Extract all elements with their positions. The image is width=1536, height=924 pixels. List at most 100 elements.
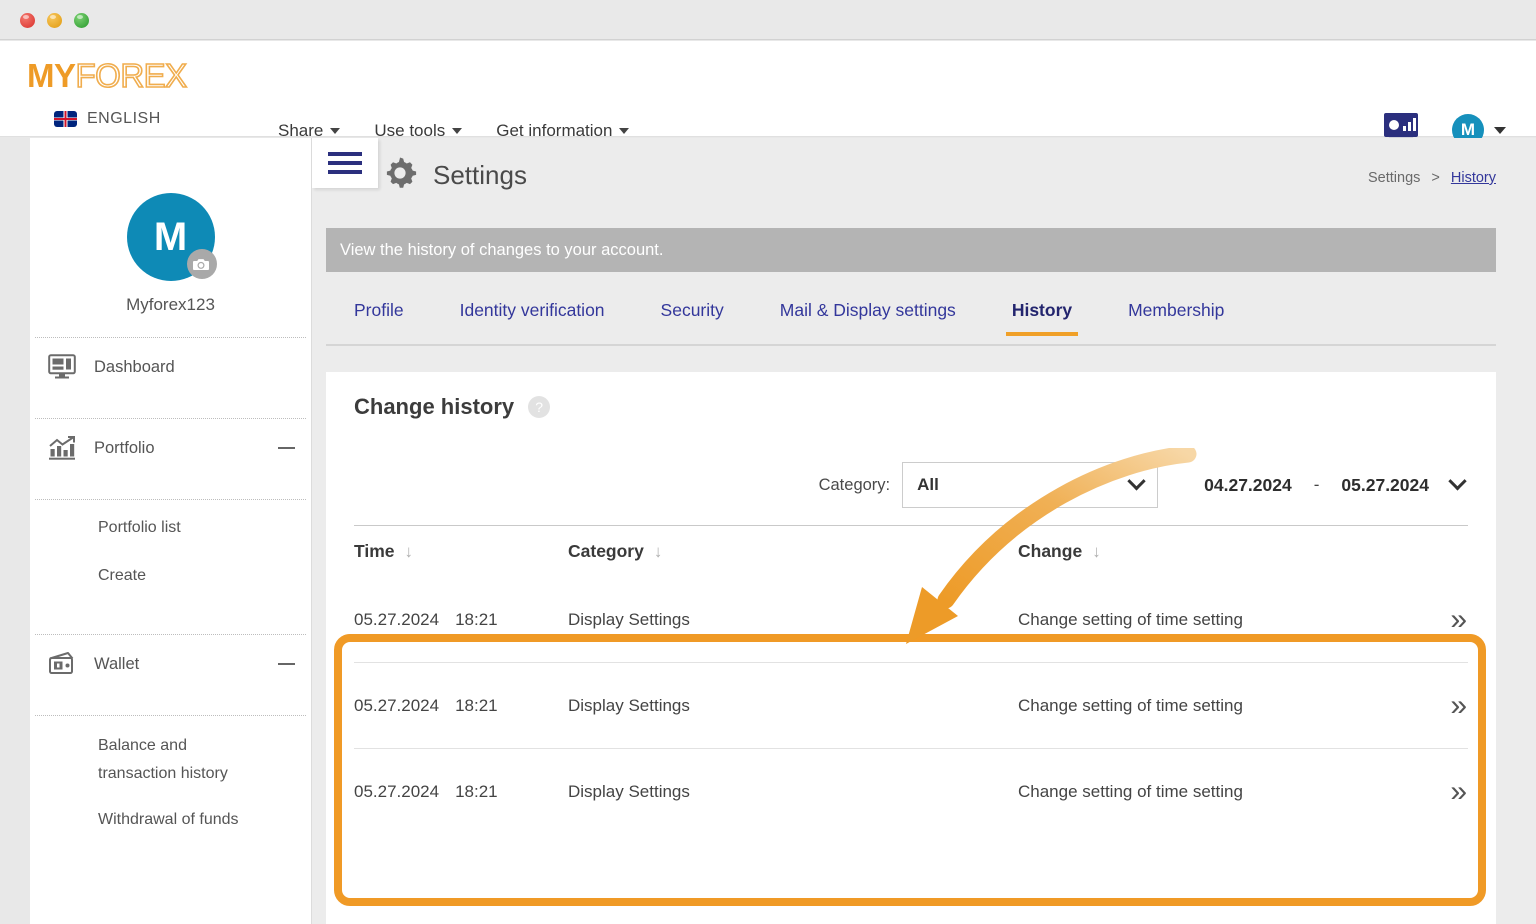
sort-arrow-icon: ↓ xyxy=(653,541,663,561)
sidebar-item-portfolio[interactable]: Portfolio xyxy=(30,419,311,477)
cell-category: Display Settings xyxy=(568,782,690,801)
brand-logo[interactable]: MYFOREX xyxy=(27,57,188,94)
sidebar: M Myforex123 Dashboard Portfolio Portfol… xyxy=(30,138,312,924)
sidebar-toggle-hamburger-button[interactable] xyxy=(312,138,378,188)
tab-security[interactable]: Security xyxy=(633,300,752,334)
language-label: ENGLISH xyxy=(87,110,161,127)
tab-history[interactable]: History xyxy=(984,300,1100,336)
card-title: Change history xyxy=(354,394,515,419)
cell-category: Display Settings xyxy=(568,609,690,629)
uk-flag-icon xyxy=(54,111,77,127)
column-header-change[interactable]: Change ↓ xyxy=(1018,541,1408,562)
chevron-down-icon xyxy=(1494,126,1506,134)
sidebar-item-label: Wallet xyxy=(94,654,140,673)
sidebar-item-wallet[interactable]: Wallet xyxy=(30,635,311,693)
cell-clock: 18:21 xyxy=(455,782,498,801)
collapse-minus-icon[interactable] xyxy=(278,663,295,665)
help-icon[interactable]: ? xyxy=(528,396,551,418)
cell-clock: 18:21 xyxy=(455,695,498,715)
cell-change: Change setting of time setting xyxy=(1018,695,1243,715)
info-banner: View the history of changes to your acco… xyxy=(326,228,1496,272)
column-header-time[interactable]: Time ↓ xyxy=(354,541,568,562)
table-header-row: Time ↓ Category ↓ Change ↓ xyxy=(354,525,1468,577)
window-titlebar xyxy=(0,0,1536,40)
sidebar-subitem-withdrawal[interactable]: Withdrawal of funds xyxy=(30,806,311,834)
table-row[interactable]: 05.27.2024 18:21 Display Settings Change… xyxy=(354,663,1468,749)
column-label: Category xyxy=(568,541,644,561)
bar-chart-icon xyxy=(48,435,76,461)
window-maximize-button[interactable] xyxy=(74,13,89,28)
breadcrumb-current[interactable]: History xyxy=(1451,170,1496,186)
language-selector[interactable]: ENGLISH xyxy=(27,110,161,128)
tab-mail-display-settings[interactable]: Mail & Display settings xyxy=(752,300,984,334)
chevron-down-icon xyxy=(619,128,630,134)
sort-arrow-icon: ↓ xyxy=(1092,541,1101,561)
breadcrumb-separator: > xyxy=(1431,170,1440,186)
chevron-down-icon xyxy=(1448,471,1467,490)
camera-icon[interactable] xyxy=(186,249,217,279)
breadcrumb-parent[interactable]: Settings xyxy=(1368,170,1420,186)
window-close-button[interactable] xyxy=(20,13,35,28)
sidebar-subitem-portfolio-list[interactable]: Portfolio list xyxy=(30,514,311,542)
chevron-down-icon xyxy=(1127,471,1146,490)
cell-time: 05.27.2024 18:21 xyxy=(354,696,568,716)
logo-text: MYFOREX xyxy=(27,57,188,94)
hamburger-bar xyxy=(328,161,362,165)
category-label: Category: xyxy=(818,475,891,494)
cell-time: 05.27.2024 18:21 xyxy=(354,610,568,630)
cell-time: 05.27.2024 18:21 xyxy=(354,782,568,802)
date-to: 05.27.2024 xyxy=(1341,474,1429,495)
page-title: Settings xyxy=(433,160,527,190)
sidebar-subitem-balance-history[interactable]: Balance and transaction history xyxy=(30,732,311,788)
cell-date: 05.27.2024 xyxy=(354,782,440,801)
table-row[interactable]: 05.27.2024 18:21 Display Settings Change… xyxy=(354,749,1468,835)
filter-controls: Category: All 04.27.2024 - 05.27.2024 xyxy=(818,462,1467,508)
logo-forex-text: FOREX xyxy=(75,57,188,94)
collapse-minus-icon[interactable] xyxy=(278,447,295,449)
row-detail-chevron-icon[interactable]: » xyxy=(1408,689,1468,723)
column-label: Time xyxy=(354,541,395,561)
logo-my-text: MY xyxy=(27,57,76,94)
wallet-icon xyxy=(48,651,76,677)
cell-change: Change setting of time setting xyxy=(1018,609,1243,629)
top-navigation-bar: MYFOREX ENGLISH Share Use tools Get info… xyxy=(0,41,1536,148)
window-minimize-button[interactable] xyxy=(47,13,62,28)
profile-avatar-wrapper[interactable]: M xyxy=(126,193,217,281)
monitor-icon xyxy=(48,354,76,380)
hamburger-bar xyxy=(328,152,362,156)
cell-category: Display Settings xyxy=(568,695,690,715)
cell-date: 05.27.2024 xyxy=(354,695,440,715)
cell-clock: 18:21 xyxy=(455,609,498,629)
date-from: 04.27.2024 xyxy=(1204,474,1292,495)
hamburger-bar xyxy=(328,170,362,174)
tab-identity-verification[interactable]: Identity verification xyxy=(432,300,633,334)
app-window: MYFOREX ENGLISH Share Use tools Get info… xyxy=(0,0,1536,924)
table-row[interactable]: 05.27.2024 18:21 Display Settings Change… xyxy=(354,577,1468,663)
gear-icon xyxy=(382,155,418,196)
sidebar-item-label: Portfolio xyxy=(94,438,155,457)
sidebar-subitem-create[interactable]: Create xyxy=(30,562,311,590)
date-range-picker[interactable]: 04.27.2024 - 05.27.2024 xyxy=(1204,471,1467,496)
cell-date: 05.27.2024 xyxy=(354,609,440,629)
sort-arrow-icon: ↓ xyxy=(404,541,414,561)
sidebar-item-dashboard[interactable]: Dashboard xyxy=(30,338,311,396)
row-detail-chevron-icon[interactable]: » xyxy=(1408,775,1468,809)
category-select[interactable]: All xyxy=(902,462,1159,508)
tab-membership[interactable]: Membership xyxy=(1100,300,1252,334)
column-header-category[interactable]: Category ↓ xyxy=(568,541,1018,562)
sidebar-username: Myforex123 xyxy=(126,295,215,314)
breadcrumb: Settings > History xyxy=(1368,170,1496,186)
page-header: Settings xyxy=(382,155,527,196)
row-detail-chevron-icon[interactable]: » xyxy=(1408,603,1468,637)
category-select-value: All xyxy=(917,475,939,494)
cell-change: Change setting of time setting xyxy=(1018,782,1243,801)
change-history-table: Time ↓ Category ↓ Change ↓ 05.27.2024 18… xyxy=(354,525,1468,835)
date-dash: - xyxy=(1313,475,1320,494)
card-header: Change history ? xyxy=(354,394,551,420)
change-history-card: Change history ? Category: All 04.27.202… xyxy=(326,372,1496,924)
main-content: Settings Settings > History View the his… xyxy=(312,138,1536,924)
sidebar-item-label: Dashboard xyxy=(94,357,175,376)
chevron-down-icon xyxy=(452,128,463,134)
settings-tabs: Profile Identity verification Security M… xyxy=(326,300,1496,346)
tab-profile[interactable]: Profile xyxy=(326,300,432,334)
